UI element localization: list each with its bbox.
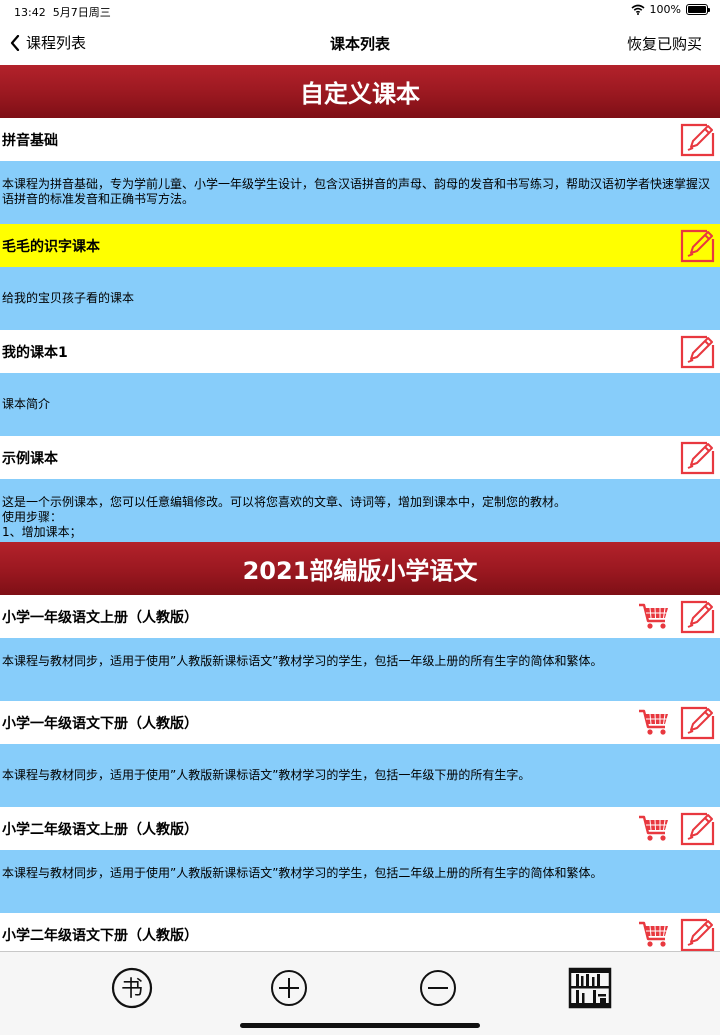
course-list[interactable]: 自定义课本拼音基础本课程为拼音基础，专为学前儿童、小学一年级学生设计，包含汉语拼… bbox=[0, 65, 720, 951]
cart-icon[interactable] bbox=[638, 815, 670, 843]
course-row[interactable]: 小学二年级语文下册（人教版） bbox=[0, 913, 720, 951]
edit-icon[interactable] bbox=[680, 705, 716, 740]
status-clock: 13:42 bbox=[14, 6, 46, 19]
course-title: 示例课本 bbox=[2, 450, 58, 467]
app-root: 13:42 5月7日周三 100% 课程列表 课本列表 恢复已购买 自定义课本拼… bbox=[0, 0, 720, 1035]
plus-circle-icon bbox=[271, 970, 307, 1006]
edit-icon[interactable] bbox=[680, 917, 716, 951]
course-row[interactable]: 拼音基础 bbox=[0, 118, 720, 161]
back-button[interactable]: 课程列表 bbox=[10, 32, 86, 53]
bookshelf-button[interactable] bbox=[568, 966, 612, 1010]
section-header: 自定义课本 bbox=[0, 65, 720, 118]
course-row[interactable]: 小学二年级语文上册（人教版） bbox=[0, 807, 720, 850]
course-title: 小学二年级语文下册（人教版） bbox=[2, 927, 198, 944]
home-indicator bbox=[240, 1023, 480, 1028]
status-date: 5月7日周三 bbox=[52, 6, 111, 19]
battery-percent: 100% bbox=[649, 3, 681, 16]
course-description[interactable]: 本课程与教材同步，适用于使用”人教版新课标语文”教材学习的学生，包括二年级上册的… bbox=[0, 850, 720, 913]
course-description-text: 课本简介 bbox=[2, 397, 51, 411]
book-icon: 书 bbox=[111, 967, 153, 1009]
edit-icon[interactable] bbox=[680, 122, 716, 157]
course-row[interactable]: 小学一年级语文上册（人教版） bbox=[0, 595, 720, 638]
course-description[interactable]: 本课程为拼音基础，专为学前儿童、小学一年级学生设计，包含汉语拼音的声母、韵母的发… bbox=[0, 161, 720, 224]
course-description-text: 本课程与教材同步，适用于使用”人教版新课标语文”教材学习的学生，包括一年级下册的… bbox=[2, 768, 531, 782]
add-course-button[interactable] bbox=[267, 966, 311, 1010]
course-title: 毛毛的识字课本 bbox=[2, 238, 100, 255]
edit-icon[interactable] bbox=[680, 334, 716, 369]
status-indicators: 100% bbox=[631, 3, 710, 16]
section-header: 2021部编版小学语文 bbox=[0, 542, 720, 595]
edit-icon[interactable] bbox=[680, 599, 716, 634]
cart-icon[interactable] bbox=[638, 709, 670, 737]
course-description[interactable]: 这是一个示例课本，您可以任意编辑修改。可以将您喜欢的文章、诗词等，增加到课本中，… bbox=[0, 479, 720, 542]
edit-icon[interactable] bbox=[680, 440, 716, 475]
restore-purchases-button[interactable]: 恢复已购买 bbox=[627, 33, 702, 54]
back-label: 课程列表 bbox=[26, 34, 87, 52]
course-title: 我的课本1 bbox=[2, 344, 68, 361]
course-description-text: 给我的宝贝孩子看的课本 bbox=[2, 291, 135, 305]
status-bar: 13:42 5月7日周三 100% bbox=[0, 0, 720, 20]
course-row[interactable]: 我的课本1 bbox=[0, 330, 720, 373]
page-title: 课本列表 bbox=[329, 35, 390, 53]
course-description[interactable]: 给我的宝贝孩子看的课本 bbox=[0, 267, 720, 330]
course-row[interactable]: 示例课本 bbox=[0, 436, 720, 479]
wifi-icon bbox=[631, 4, 645, 15]
edit-icon[interactable] bbox=[680, 228, 716, 263]
book-glyph: 书 bbox=[121, 977, 143, 1002]
course-row[interactable]: 小学一年级语文下册（人教版） bbox=[0, 701, 720, 744]
bookshelf-icon bbox=[568, 967, 612, 1009]
chevron-left-icon bbox=[10, 34, 20, 51]
course-row[interactable]: 毛毛的识字课本 bbox=[0, 224, 720, 267]
minus-circle-icon bbox=[420, 970, 456, 1006]
course-description[interactable]: 本课程与教材同步，适用于使用”人教版新课标语文”教材学习的学生，包括一年级下册的… bbox=[0, 744, 720, 807]
course-title: 拼音基础 bbox=[2, 132, 58, 149]
navigation-bar: 课程列表 课本列表 恢复已购买 bbox=[0, 20, 720, 65]
book-button[interactable]: 书 bbox=[110, 966, 154, 1010]
course-description[interactable]: 本课程与教材同步，适用于使用”人教版新课标语文”教材学习的学生，包括一年级上册的… bbox=[0, 638, 720, 701]
edit-icon[interactable] bbox=[680, 811, 716, 846]
course-title: 小学二年级语文上册（人教版） bbox=[2, 821, 198, 838]
status-time: 13:42 5月7日周三 bbox=[14, 4, 111, 20]
course-description-text: 这是一个示例课本，您可以任意编辑修改。可以将您喜欢的文章、诗词等，增加到课本中，… bbox=[2, 495, 567, 539]
course-description-text: 本课程与教材同步，适用于使用”人教版新课标语文”教材学习的学生，包括一年级上册的… bbox=[2, 654, 603, 668]
course-title: 小学一年级语文上册（人教版） bbox=[2, 609, 198, 626]
course-title: 小学一年级语文下册（人教版） bbox=[2, 715, 198, 732]
course-description[interactable]: 课本简介 bbox=[0, 373, 720, 436]
cart-icon[interactable] bbox=[638, 921, 670, 949]
battery-icon bbox=[686, 4, 710, 15]
cart-icon[interactable] bbox=[638, 603, 670, 631]
remove-course-button[interactable] bbox=[416, 966, 460, 1010]
course-description-text: 本课程与教材同步，适用于使用”人教版新课标语文”教材学习的学生，包括二年级上册的… bbox=[2, 866, 603, 880]
course-description-text: 本课程为拼音基础，专为学前儿童、小学一年级学生设计，包含汉语拼音的声母、韵母的发… bbox=[2, 177, 711, 206]
